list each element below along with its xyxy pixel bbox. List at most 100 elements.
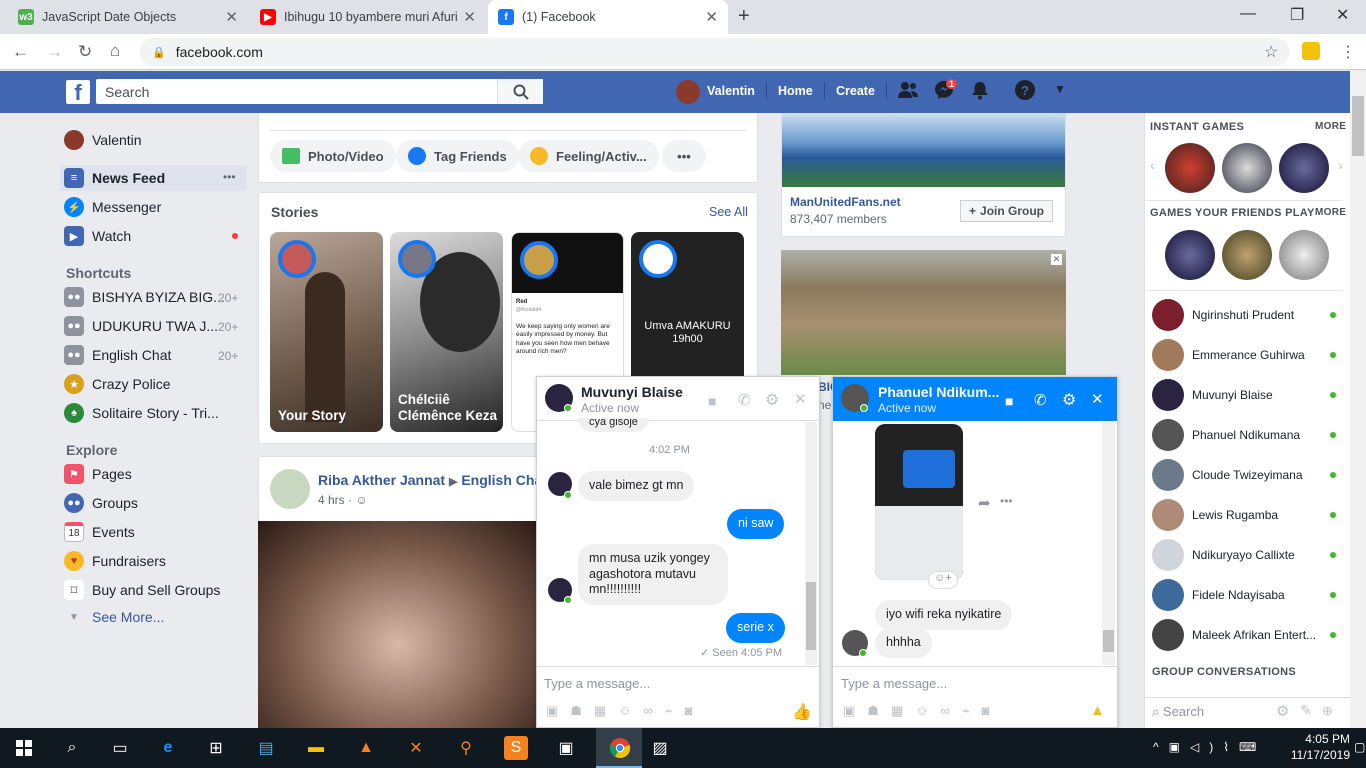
game-thumbnail[interactable] <box>1279 143 1329 193</box>
search-app-icon[interactable]: ⚲ <box>454 736 478 760</box>
contact-item[interactable]: Maleek Afrikan Entert... <box>1152 619 1342 651</box>
contact-item[interactable]: Ngirinshuti Prudent <box>1152 299 1342 331</box>
windows-start-icon[interactable] <box>12 736 36 760</box>
phone-call-icon[interactable]: ✆ <box>738 391 751 409</box>
reload-icon[interactable]: ↻ <box>78 42 92 62</box>
sidebar-item-shortcut[interactable]: ●● BISHYA BYIZA BIG... <box>64 285 244 309</box>
game-thumbnail[interactable] <box>1222 230 1272 280</box>
xampp-icon[interactable]: ✕ <box>404 736 428 760</box>
like-thumb-icon[interactable]: 👍 <box>792 702 812 722</box>
browser-tab-2[interactable]: ▶ Ibihugu 10 byambere muri Afurik ✕ <box>250 0 486 34</box>
more-link[interactable]: MORE <box>1315 207 1346 218</box>
photo-video-button[interactable]: Photo/Video <box>270 140 396 172</box>
share-icon[interactable]: ➦ <box>978 494 991 512</box>
photos-icon[interactable]: ▨ <box>648 736 672 760</box>
more-options-icon[interactable]: ••• <box>223 170 236 184</box>
account-dropdown-icon[interactable]: ▼ <box>1054 82 1066 96</box>
sponsored-image[interactable] <box>781 250 1066 375</box>
video-call-icon[interactable]: ■ <box>708 393 716 409</box>
add-reaction-icon[interactable]: ☺+ <box>928 571 958 589</box>
contact-item[interactable]: Cloude Twizeyimana <box>1152 459 1342 491</box>
contact-item[interactable]: Ndikuryayo Callixte <box>1152 539 1342 571</box>
home-icon[interactable]: ⌂ <box>110 41 120 61</box>
browser-tab-3[interactable]: f (1) Facebook ✕ <box>488 0 728 34</box>
chevron-left-icon[interactable]: ‹ <box>1150 157 1155 173</box>
app-icon[interactable]: ▣ <box>554 736 578 760</box>
new-group-icon[interactable]: ⊕ <box>1322 703 1333 719</box>
message-input[interactable]: Type a message... <box>544 676 650 691</box>
avatar[interactable] <box>270 469 310 509</box>
browser-tab-1[interactable]: w3 JavaScript Date Objects ✕ <box>8 0 248 34</box>
phone-call-icon[interactable]: ✆ <box>1034 391 1047 409</box>
close-ad-icon[interactable]: ✕ <box>1051 254 1062 265</box>
sidebar-item-groups[interactable]: ●● Groups <box>64 491 138 515</box>
contact-item[interactable]: Emmerance Guhirwa <box>1152 339 1342 371</box>
post-time[interactable]: 4 hrs · <box>318 493 355 507</box>
bookmark-star-icon[interactable]: ☆ <box>1264 42 1278 62</box>
file-explorer-icon[interactable]: ▬ <box>304 736 328 760</box>
sidebar-item-shortcut[interactable]: ★ Crazy Police <box>64 372 171 396</box>
store-icon[interactable]: ⊞ <box>204 736 228 760</box>
task-view-icon[interactable]: ▭ <box>108 736 132 760</box>
contact-item[interactable]: Phanuel Ndikumana <box>1152 419 1342 451</box>
close-chat-icon[interactable]: ✕ <box>1091 390 1104 408</box>
game-thumbnail[interactable] <box>1222 143 1272 193</box>
create-link[interactable]: Create <box>836 84 875 98</box>
video-call-icon[interactable]: ■ <box>1005 393 1013 409</box>
scrollbar-thumb[interactable] <box>1352 96 1364 156</box>
group-name-link[interactable]: ManUnitedFans.net <box>790 195 901 209</box>
back-icon[interactable]: ← <box>12 42 29 62</box>
sidebar-item-news-feed[interactable]: ≡ News Feed <box>64 166 165 190</box>
tag-friends-button[interactable]: Tag Friends <box>396 140 519 172</box>
close-chat-icon[interactable]: ✕ <box>794 390 807 408</box>
prayer-hands-icon[interactable]: ▲ <box>1090 702 1105 719</box>
avatar[interactable] <box>676 80 700 104</box>
facebook-logo-icon[interactable]: f <box>66 80 90 104</box>
page-scrollbar[interactable] <box>1350 71 1366 728</box>
scrollbar-thumb[interactable] <box>1103 630 1114 652</box>
sidebar-item-shortcut[interactable]: ♠ Solitaire Story - Tri... <box>64 401 219 425</box>
post-group-link[interactable]: English Chat <box>461 472 536 488</box>
sidebar-item-shortcut[interactable]: ●● English Chat <box>64 343 244 367</box>
notifications-bell-icon[interactable] <box>970 80 990 105</box>
sidebar-item-fundraisers[interactable]: ♥ Fundraisers <box>64 549 166 573</box>
chat-contact-name[interactable]: Muvunyi Blaise <box>581 384 683 400</box>
extension-icon[interactable] <box>1302 42 1320 60</box>
close-icon[interactable]: ✕ <box>705 8 718 26</box>
notifications-icon[interactable]: ▢ <box>1354 740 1365 754</box>
chrome-icon[interactable] <box>608 736 632 760</box>
sidebar-item-shortcut[interactable]: ●● UDUKURU TWA J... <box>64 314 244 338</box>
settings-gear-icon[interactable]: ⚙ <box>1276 702 1289 720</box>
minimize-icon[interactable]: — <box>1240 5 1256 23</box>
game-thumbnail[interactable] <box>1165 230 1215 280</box>
more-options-icon[interactable]: ••• <box>1000 494 1013 508</box>
chat-scrollbar[interactable] <box>1102 422 1115 665</box>
join-group-button[interactable]: + Join Group <box>960 200 1054 222</box>
sidebar-item-messenger[interactable]: ⚡ Messenger <box>64 195 161 219</box>
search-icon[interactable]: ⌕ <box>60 736 84 760</box>
story-card-your-story[interactable]: Your Story <box>270 232 383 432</box>
help-icon[interactable]: ? <box>1015 80 1035 105</box>
profile-link[interactable]: Valentin <box>707 84 755 98</box>
game-thumbnail[interactable] <box>1279 230 1329 280</box>
search-input[interactable]: Search <box>96 79 543 104</box>
chat-search-input[interactable]: ⌕ Search <box>1152 704 1204 720</box>
more-link[interactable]: MORE <box>1315 121 1346 132</box>
url-input[interactable]: 🔒 facebook.com <box>140 38 1290 66</box>
system-tray-icons[interactable]: ^▣◁)⌇⌨ <box>1153 740 1266 754</box>
chat-image-screenshot[interactable] <box>875 424 963 580</box>
maximize-icon[interactable]: ❐ <box>1290 5 1304 25</box>
settings-gear-icon[interactable]: ⚙ <box>1062 390 1076 410</box>
see-more-link[interactable]: ▼ See More... <box>64 605 164 629</box>
chat-contact-name[interactable]: Phanuel Ndikum... <box>878 384 999 400</box>
sidebar-item-events[interactable]: 18 Events <box>64 520 135 544</box>
sidebar-item-watch[interactable]: ▶ Watch <box>64 224 131 248</box>
vlc-icon[interactable]: ▲ <box>354 736 378 760</box>
see-all-link[interactable]: See All <box>709 205 748 219</box>
close-icon[interactable]: ✕ <box>463 8 476 26</box>
chrome-menu-icon[interactable]: ⋮ <box>1340 42 1356 62</box>
chevron-right-icon[interactable]: › <box>1338 157 1343 173</box>
new-tab-icon[interactable]: + <box>738 5 750 28</box>
forward-icon[interactable]: → <box>46 42 63 62</box>
more-composer-options-button[interactable]: ••• <box>662 140 706 172</box>
